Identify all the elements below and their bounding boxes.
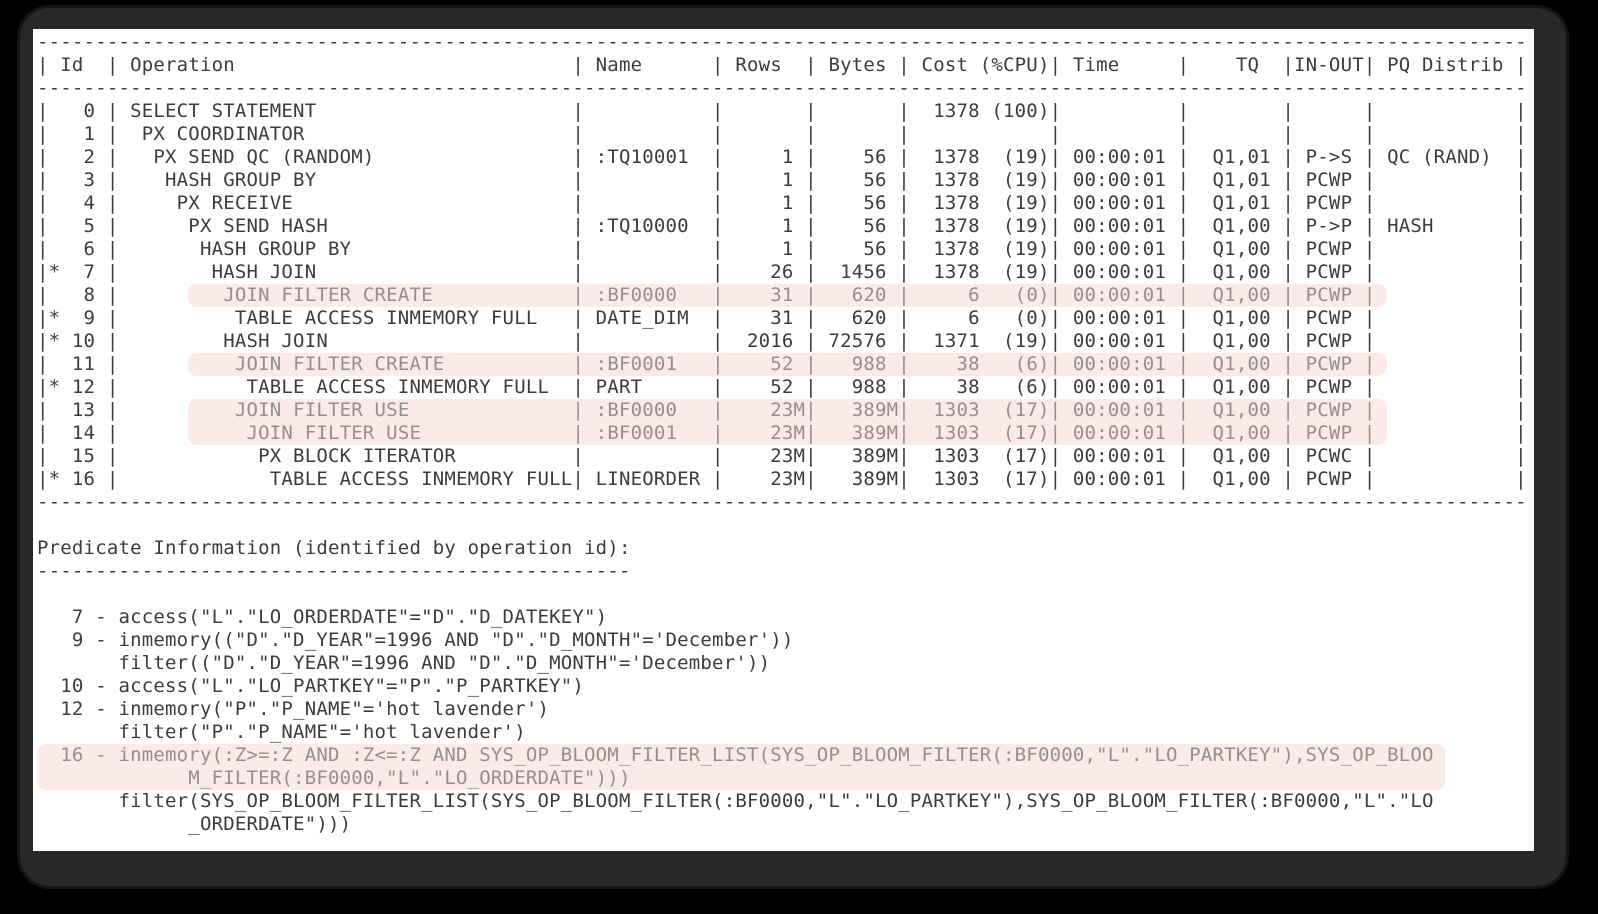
predicate-line-4: 12 - inmemory("P"."P_NAME"='hot lavender…: [37, 698, 550, 720]
plan-table-row-3: | 3 | HASH GROUP BY | | 1 | 56 | 1378 (1…: [37, 169, 1527, 191]
divider-line: ----------------------------------------…: [37, 31, 1527, 53]
plan-table-header: | Id | Operation | Name | Rows | Bytes |…: [37, 54, 1527, 76]
plan-table-row-4: | 4 | PX RECEIVE | | 1 | 56 | 1378 (19)|…: [37, 192, 1527, 214]
plan-table-row-16: |* 16 | TABLE ACCESS INMEMORY FULL| LINE…: [37, 468, 1527, 490]
predicate-line-8: filter(SYS_OP_BLOOM_FILTER_LIST(SYS_OP_B…: [37, 790, 1434, 812]
plan-table-row-2: | 2 | PX SEND QC (RANDOM) | :TQ10001 | 1…: [37, 146, 1527, 168]
plan-table-row-6: | 6 | HASH GROUP BY | | 1 | 56 | 1378 (1…: [37, 238, 1527, 260]
predicate-line-3: 10 - access("L"."LO_PARTKEY"="P"."P_PART…: [37, 675, 585, 697]
predicate-line-5: filter("P"."P_NAME"='hot lavender'): [37, 721, 526, 743]
divider-line: ----------------------------------------…: [37, 77, 1527, 99]
plan-table-row-11: | 11 | JOIN FILTER CREATE | :BF0001 | 52…: [37, 353, 1527, 376]
plan-table-row-15: | 15 | PX BLOCK ITERATOR | | 23M| 389M| …: [37, 445, 1527, 467]
plan-table-row-8: | 8 | JOIN FILTER CREATE | :BF0000 | 31 …: [37, 284, 1527, 307]
plan-table-row-14: | 14 | JOIN FILTER USE | :BF0001 | 23M| …: [37, 422, 1527, 445]
plan-table-row-0: | 0 | SELECT STATEMENT | | | | 1378 (100…: [37, 100, 1527, 122]
predicate-line-7: M_FILTER(:BF0000,"L"."LO_ORDERDATE"))): [37, 767, 1527, 790]
predicate-line-0: 7 - access("L"."LO_ORDERDATE"="D"."D_DAT…: [37, 606, 608, 628]
highlight-region: M_FILTER(:BF0000,"L"."LO_ORDERDATE"))): [37, 767, 1446, 790]
highlight-region: JOIN FILTER USE | :BF0000 | 23M| 389M| 1…: [188, 399, 1388, 422]
plan-table-row-12: |* 12 | TABLE ACCESS INMEMORY FULL | PAR…: [37, 376, 1527, 398]
highlight-region: JOIN FILTER CREATE | :BF0001 | 52 | 988 …: [188, 353, 1388, 376]
divider-line: ----------------------------------------…: [37, 560, 631, 582]
screenshot-root: { "colors": { "background": "#000000", "…: [0, 0, 1598, 914]
plan-table-row-7: |* 7 | HASH JOIN | | 26 | 1456 | 1378 (1…: [37, 261, 1527, 283]
predicate-line-6: 16 - inmemory(:Z>=:Z AND :Z<=:Z AND SYS_…: [37, 744, 1527, 767]
plan-table-row-10: |* 10 | HASH JOIN | | 2016 | 72576 | 137…: [37, 330, 1527, 352]
plan-table-row-9: |* 9 | TABLE ACCESS INMEMORY FULL | DATE…: [37, 307, 1527, 329]
predicate-line-2: filter(("D"."D_YEAR"=1996 AND "D"."D_MON…: [37, 652, 771, 674]
highlight-region: JOIN FILTER CREATE | :BF0000 | 31 | 620 …: [188, 284, 1388, 307]
highlight-region: 16 - inmemory(:Z>=:Z AND :Z<=:Z AND SYS_…: [37, 744, 1446, 767]
plan-table-row-5: | 5 | PX SEND HASH | :TQ10000 | 1 | 56 |…: [37, 215, 1527, 237]
highlight-region: JOIN FILTER USE | :BF0001 | 23M| 389M| 1…: [188, 422, 1388, 445]
explain-plan-text: ----------------------------------------…: [37, 31, 1527, 836]
sql-plan-output-panel: ----------------------------------------…: [33, 29, 1534, 851]
plan-table-row-1: | 1 | PX COORDINATOR | | | | | | | | |: [37, 123, 1527, 145]
predicate-info-title: Predicate Information (identified by ope…: [37, 537, 631, 559]
predicate-line-1: 9 - inmemory(("D"."D_YEAR"=1996 AND "D".…: [37, 629, 794, 651]
divider-line: ----------------------------------------…: [37, 491, 1527, 513]
predicate-line-9: _ORDERDATE"))): [37, 813, 352, 835]
plan-table-row-13: | 13 | JOIN FILTER USE | :BF0000 | 23M| …: [37, 399, 1527, 422]
